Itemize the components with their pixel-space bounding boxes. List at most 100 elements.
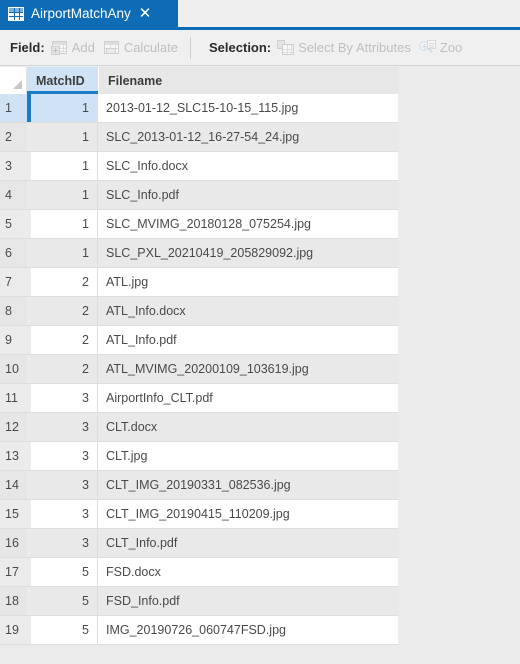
column-header-filename[interactable]: Filename (98, 67, 398, 94)
active-column-underline (27, 91, 98, 94)
selection-group-label: Selection: (209, 40, 272, 55)
cell-filename[interactable]: CLT.jpg (98, 442, 398, 471)
table-row[interactable]: 19 5 IMG_20190726_060747FSD.jpg (0, 616, 398, 645)
table-icon (8, 6, 24, 21)
cell-filename[interactable]: ATL_Info.pdf (98, 326, 398, 355)
row-number-cell[interactable]: 5 (0, 210, 27, 239)
row-number-cell[interactable]: 10 (0, 355, 27, 384)
cell-matchid[interactable]: 2 (31, 297, 98, 326)
row-number-cell[interactable]: 6 (0, 239, 27, 268)
cell-matchid[interactable]: 3 (31, 529, 98, 558)
row-number-cell[interactable]: 16 (0, 529, 27, 558)
table-row[interactable]: 12 3 CLT.docx (0, 413, 398, 442)
field-group-label: Field: (10, 40, 45, 55)
cell-matchid[interactable]: 5 (31, 616, 98, 645)
close-icon[interactable]: ✕ (139, 0, 152, 27)
table-row[interactable]: 11 3 AirportInfo_CLT.pdf (0, 384, 398, 413)
column-header-filename-label: Filename (108, 73, 163, 88)
cell-filename[interactable]: SLC_MVIMG_20180128_075254.jpg (98, 210, 398, 239)
cell-matchid[interactable]: 1 (31, 123, 98, 152)
column-header-matchid[interactable]: MatchID (27, 67, 98, 94)
cell-filename[interactable]: SLC_PXL_20210419_205829092.jpg (98, 239, 398, 268)
table-row[interactable]: 9 2 ATL_Info.pdf (0, 326, 398, 355)
attribute-table-toolbar: Field: Add Calculate Selection: Select B… (0, 30, 520, 66)
cell-filename[interactable]: ATL_Info.docx (98, 297, 398, 326)
row-number-cell[interactable]: 12 (0, 413, 27, 442)
cell-filename[interactable]: CLT_IMG_20190415_110209.jpg (98, 500, 398, 529)
tab-label: AirportMatchAny (31, 6, 131, 21)
row-number-cell[interactable]: 19 (0, 616, 27, 645)
cell-filename[interactable]: ATL_MVIMG_20200109_103619.jpg (98, 355, 398, 384)
cell-filename[interactable]: SLC_Info.pdf (98, 181, 398, 210)
table-row[interactable]: 7 2 ATL.jpg (0, 268, 398, 297)
cell-filename[interactable]: AirportInfo_CLT.pdf (98, 384, 398, 413)
table-row[interactable]: 5 1 SLC_MVIMG_20180128_075254.jpg (0, 210, 398, 239)
calculate-field-label: Calculate (123, 40, 179, 55)
attribute-table: MatchID Filename 1 1 2013-01-12_SLC15-10-1… (0, 67, 520, 664)
cell-matchid[interactable]: 1 (31, 94, 98, 123)
cell-matchid[interactable]: 5 (31, 558, 98, 587)
cell-filename[interactable]: CLT_Info.pdf (98, 529, 398, 558)
row-number-cell[interactable]: 7 (0, 268, 27, 297)
row-number-cell[interactable]: 8 (0, 297, 27, 326)
table-row[interactable]: 10 2 ATL_MVIMG_20200109_103619.jpg (0, 355, 398, 384)
row-number-cell[interactable]: 9 (0, 326, 27, 355)
row-number-cell[interactable]: 11 (0, 384, 27, 413)
table-row[interactable]: 18 5 FSD_Info.pdf (0, 587, 398, 616)
cell-filename[interactable]: CLT_IMG_20190331_082536.jpg (98, 471, 398, 500)
select-all-corner-button[interactable] (0, 67, 27, 94)
cell-matchid[interactable]: 3 (31, 413, 98, 442)
row-number-cell[interactable]: 14 (0, 471, 27, 500)
calculate-field-button[interactable]: Calculate (103, 40, 178, 55)
cell-matchid[interactable]: 3 (31, 471, 98, 500)
cell-matchid[interactable]: 3 (31, 442, 98, 471)
select-by-attributes-button[interactable]: Select By Attributes (277, 40, 411, 55)
row-number-cell[interactable]: 2 (0, 123, 27, 152)
cell-filename[interactable]: IMG_20190726_060747FSD.jpg (98, 616, 398, 645)
cell-matchid[interactable]: 1 (31, 239, 98, 268)
cell-filename[interactable]: CLT.docx (98, 413, 398, 442)
table-row[interactable]: 13 3 CLT.jpg (0, 442, 398, 471)
add-field-button[interactable]: Add (50, 40, 95, 55)
row-number-cell[interactable]: 4 (0, 181, 27, 210)
table-row[interactable]: 17 5 FSD.docx (0, 558, 398, 587)
select-by-attributes-label: Select By Attributes (298, 40, 411, 55)
tab-strip: AirportMatchAny ✕ (0, 0, 520, 27)
cell-matchid[interactable]: 5 (31, 587, 98, 616)
table-row[interactable]: 3 1 SLC_Info.docx (0, 152, 398, 181)
cell-matchid[interactable]: 1 (31, 181, 98, 210)
cell-filename[interactable]: 2013-01-12_SLC15-10-15_115.jpg (98, 94, 398, 123)
table-row[interactable]: 6 1 SLC_PXL_20210419_205829092.jpg (0, 239, 398, 268)
table-row[interactable]: 14 3 CLT_IMG_20190331_082536.jpg (0, 471, 398, 500)
calculate-field-icon (103, 40, 120, 55)
zoom-to-selection-button[interactable]: Zoo (418, 40, 463, 55)
cell-filename[interactable]: FSD_Info.pdf (98, 587, 398, 616)
cell-matchid[interactable]: 2 (31, 268, 98, 297)
cell-filename[interactable]: ATL.jpg (98, 268, 398, 297)
cell-matchid[interactable]: 2 (31, 326, 98, 355)
cell-matchid[interactable]: 3 (31, 384, 98, 413)
cell-matchid[interactable]: 1 (31, 210, 98, 239)
cell-matchid[interactable]: 1 (31, 152, 98, 181)
table-row[interactable]: 2 1 SLC_2013-01-12_16-27-54_24.jpg (0, 123, 398, 152)
row-number-cell[interactable]: 17 (0, 558, 27, 587)
cell-matchid[interactable]: 2 (31, 355, 98, 384)
row-number-cell[interactable]: 13 (0, 442, 27, 471)
zoom-to-selection-label: Zoo (439, 40, 463, 55)
row-number-cell[interactable]: 3 (0, 152, 27, 181)
table-row[interactable]: 8 2 ATL_Info.docx (0, 297, 398, 326)
row-number-cell[interactable]: 18 (0, 587, 27, 616)
column-header-matchid-label: MatchID (36, 73, 85, 88)
table-row[interactable]: 15 3 CLT_IMG_20190415_110209.jpg (0, 500, 398, 529)
cell-filename[interactable]: FSD.docx (98, 558, 398, 587)
row-number-cell[interactable]: 15 (0, 500, 27, 529)
table-row[interactable]: 1 1 2013-01-12_SLC15-10-15_115.jpg (0, 94, 398, 123)
table-row[interactable]: 16 3 CLT_Info.pdf (0, 529, 398, 558)
cell-filename[interactable]: SLC_Info.docx (98, 152, 398, 181)
row-number-cell[interactable]: 1 (0, 94, 27, 123)
tab-airportmatchany[interactable]: AirportMatchAny ✕ (0, 0, 178, 27)
cell-matchid[interactable]: 3 (31, 500, 98, 529)
select-by-attributes-icon (277, 40, 295, 55)
cell-filename[interactable]: SLC_2013-01-12_16-27-54_24.jpg (98, 123, 398, 152)
table-row[interactable]: 4 1 SLC_Info.pdf (0, 181, 398, 210)
